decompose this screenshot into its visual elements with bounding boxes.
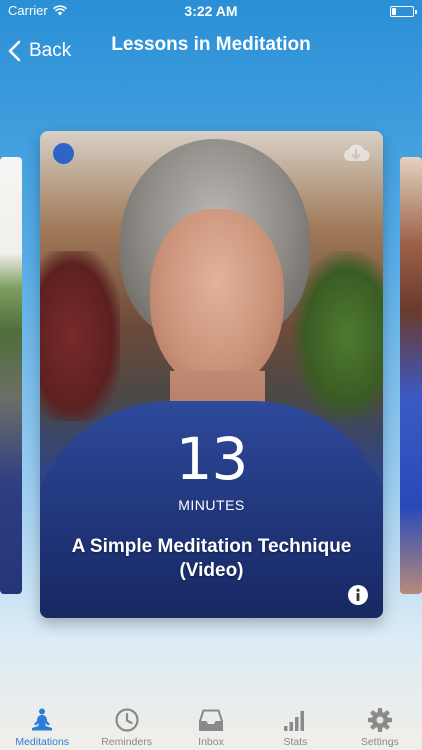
tab-label: Settings	[360, 736, 399, 748]
next-lesson-card[interactable]	[400, 157, 422, 594]
chevron-left-icon	[8, 40, 21, 62]
back-label: Back	[29, 40, 72, 61]
tab-label: Meditations	[15, 736, 70, 748]
battery-icon	[390, 6, 417, 17]
duration-unit: MINUTES	[178, 497, 245, 513]
tab-label: Inbox	[198, 736, 224, 748]
tab-label: Stats	[283, 736, 308, 748]
clock-icon	[115, 708, 139, 732]
tab-meditations[interactable]: Meditations	[0, 700, 84, 750]
meditation-icon	[32, 708, 53, 731]
inbox-icon	[199, 709, 224, 731]
tab-settings[interactable]: Settings	[338, 700, 422, 750]
battery-fill	[392, 8, 397, 15]
tab-stats[interactable]: Stats	[253, 700, 337, 750]
status-dot	[53, 143, 74, 164]
lesson-title: A Simple Meditation Technique (Video)	[71, 536, 352, 581]
status-time: 3:22 AM	[184, 3, 238, 19]
tab-reminders[interactable]: Reminders	[84, 700, 168, 750]
tab-label: Reminders	[101, 736, 152, 748]
lesson-card[interactable]: 13 MINUTES A Simple Meditation Technique…	[40, 131, 383, 618]
previous-lesson-card[interactable]	[0, 157, 22, 594]
gear-icon	[367, 708, 392, 732]
duration-number: 13	[175, 425, 249, 493]
page-title: Lessons in Meditation	[111, 34, 311, 55]
info-icon[interactable]	[347, 584, 369, 606]
bar-chart-icon	[284, 711, 305, 731]
back-button[interactable]: Back	[8, 40, 71, 62]
tab-bar: Meditations Reminders Inbox Stats Settin…	[0, 700, 422, 750]
tab-inbox[interactable]: Inbox	[169, 700, 253, 750]
status-bar: Carrier 3:22 AM	[0, 0, 422, 22]
cloud-download-icon[interactable]	[341, 141, 371, 167]
